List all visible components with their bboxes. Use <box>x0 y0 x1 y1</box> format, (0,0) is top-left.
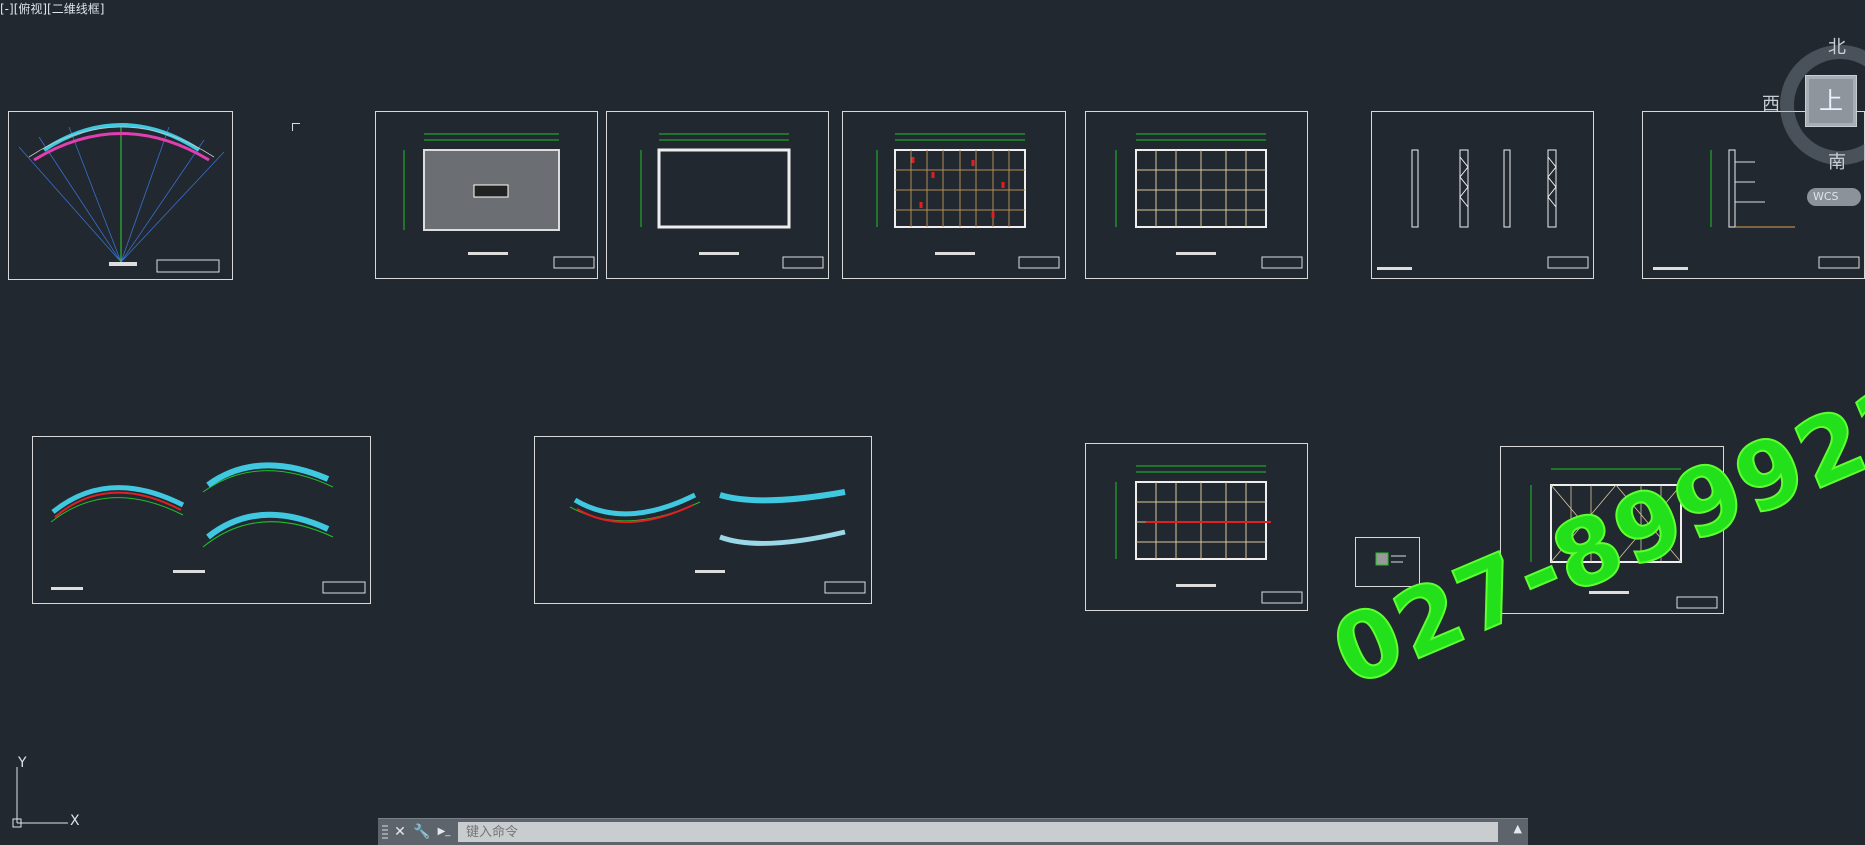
arcs-graphic-1 <box>50 462 366 594</box>
command-prompt-icon[interactable]: ▶_ <box>434 822 454 842</box>
drawing-sheet-sections[interactable] <box>1371 111 1594 279</box>
wrench-icon[interactable]: 🔧 <box>412 822 432 842</box>
drawing-sheet-arcs-2[interactable] <box>534 436 872 604</box>
frame-graphic <box>640 133 824 269</box>
view-cube[interactable]: 上 北 南 西 WCS <box>1760 30 1865 210</box>
compass-north[interactable]: 北 <box>1828 33 1846 59</box>
drawing-sheet-led-front[interactable] <box>375 111 598 279</box>
viewport-label[interactable]: [-][俯视][二维线框] <box>0 0 104 17</box>
grid-lower-graphic <box>1115 465 1303 604</box>
wcs-menu[interactable]: WCS <box>1807 188 1861 206</box>
wcs-label: WCS <box>1813 190 1839 203</box>
command-input[interactable] <box>458 822 1498 842</box>
ucs-y-label: Y <box>18 755 27 771</box>
command-line-bar[interactable]: ✕ 🔧 ▶_ ▲ <box>378 818 1528 845</box>
drawing-sheet-grid-red[interactable] <box>842 111 1066 279</box>
drawing-sheet-arcs-1[interactable] <box>32 436 371 604</box>
ucs-icon: Y X <box>8 755 88 835</box>
compass-west[interactable]: 西 <box>1762 90 1780 116</box>
ucs-x-label: X <box>70 813 80 829</box>
compass-south[interactable]: 南 <box>1828 148 1846 174</box>
drawing-sheet-frame[interactable] <box>606 111 829 279</box>
close-icon[interactable]: ✕ <box>390 822 410 842</box>
led-front-graphic <box>403 133 595 269</box>
phone-watermark: 027-89992224 <box>1317 308 1865 708</box>
grip-handle[interactable] <box>382 825 388 840</box>
crosshair-marker <box>292 123 300 131</box>
view-cube-face[interactable]: 上 <box>1805 75 1857 127</box>
sections-graphic <box>1377 149 1589 270</box>
drawing-sheet-grid[interactable] <box>1085 111 1308 279</box>
arcs-graphic-2 <box>569 489 866 594</box>
chevron-up-icon[interactable]: ▲ <box>1514 822 1522 835</box>
grid-graphic <box>1115 133 1303 269</box>
drawing-canvas[interactable]: [-][俯视][二维线框] 上 北 南 西 WCS Y X 027-899922… <box>0 0 1865 845</box>
fan-plan-graphic <box>18 123 225 273</box>
grid-red-graphic <box>876 133 1060 269</box>
drawing-sheet-grid-lower[interactable] <box>1085 443 1308 611</box>
drawing-sheet-fan[interactable] <box>8 111 233 280</box>
